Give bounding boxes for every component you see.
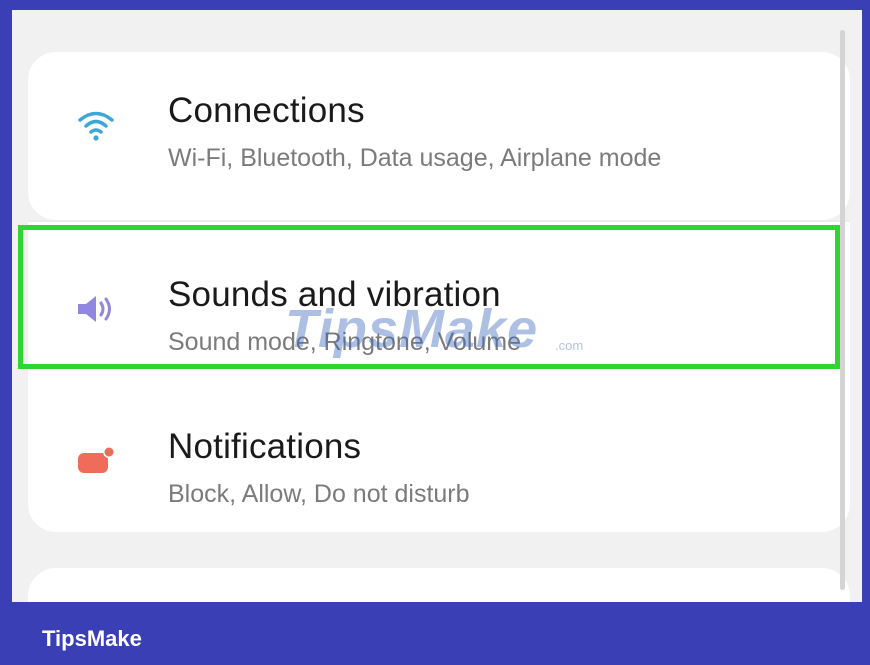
settings-item-connections[interactable]: Connections Wi-Fi, Bluetooth, Data usage… bbox=[28, 58, 850, 188]
settings-item-subtitle: Block, Allow, Do not disturb bbox=[168, 480, 470, 508]
settings-item-notifications[interactable]: Notifications Block, Allow, Do not distu… bbox=[28, 394, 850, 524]
volume-icon bbox=[76, 292, 116, 326]
settings-card-next[interactable] bbox=[28, 568, 850, 602]
settings-screen: Connections Wi-Fi, Bluetooth, Data usage… bbox=[12, 10, 862, 602]
settings-item-subtitle: Wi-Fi, Bluetooth, Data usage, Airplane m… bbox=[168, 144, 662, 172]
scrollbar[interactable] bbox=[840, 30, 845, 590]
settings-item-title: Sounds and vibration bbox=[168, 275, 501, 314]
settings-item-title: Notifications bbox=[168, 427, 362, 466]
settings-item-title: Connections bbox=[168, 91, 365, 130]
brand-label: TipsMake bbox=[42, 626, 142, 651]
notification-icon bbox=[76, 444, 116, 478]
wifi-icon bbox=[76, 108, 116, 142]
settings-item-sounds-and-vibration[interactable]: Sounds and vibration Sound mode, Rington… bbox=[28, 242, 850, 372]
settings-item-subtitle: Sound mode, Ringtone, Volume bbox=[168, 328, 522, 356]
